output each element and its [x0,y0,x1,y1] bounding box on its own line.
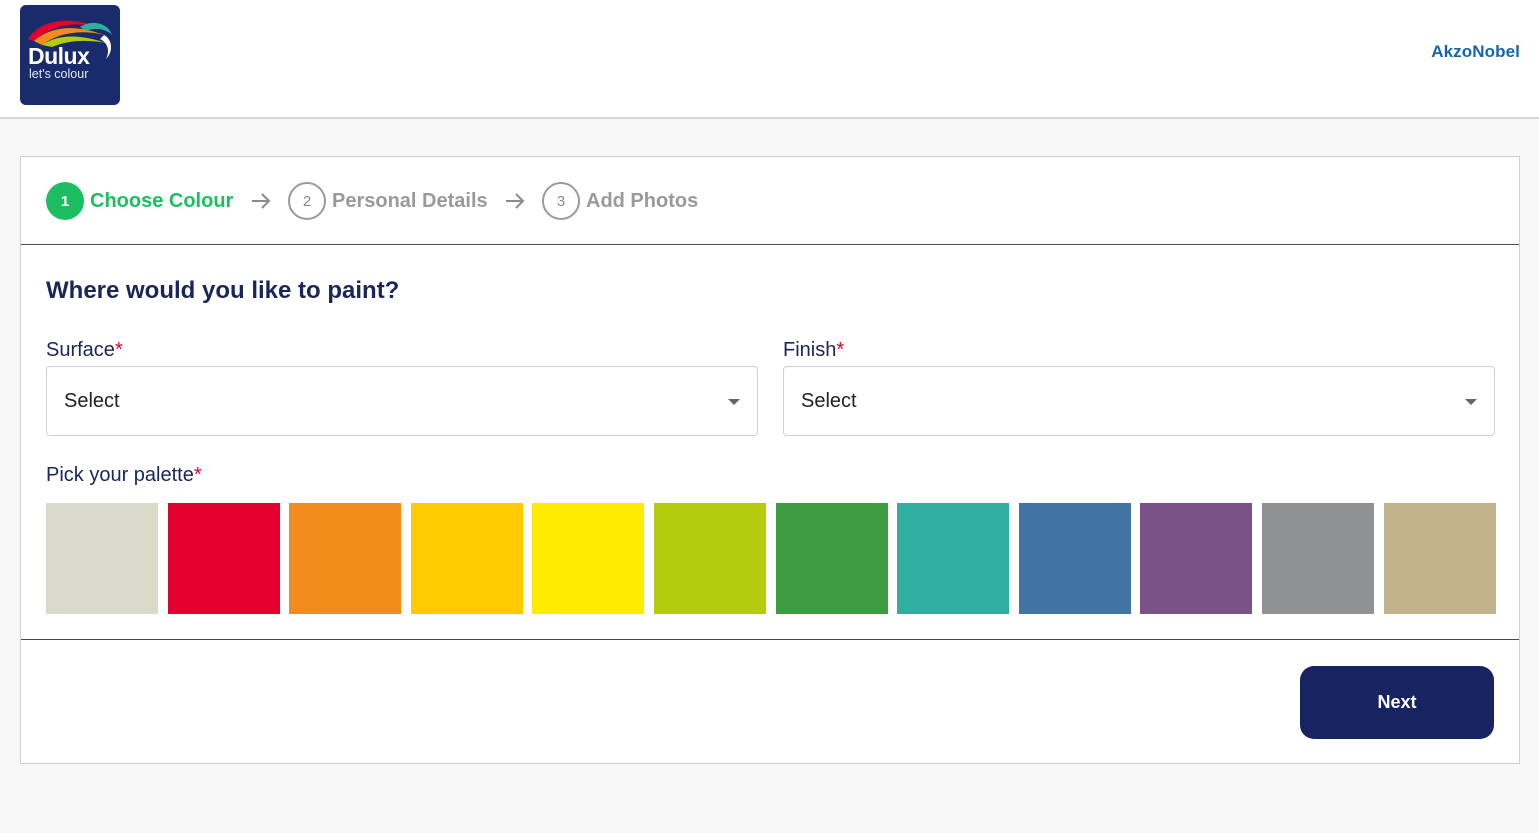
palette-swatches [46,503,1496,615]
palette-swatch[interactable] [532,503,644,614]
required-mark: * [114,339,123,361]
stepper: 1 Choose Colour 2 Personal Details 3 Add… [21,157,1519,245]
logo-wordmark: Dulux [28,43,90,69]
logo-tagline: let's colour [29,67,89,81]
step-choose-colour[interactable]: 1 Choose Colour [46,182,233,220]
arrow-right-icon [506,193,525,209]
step-label: Add Photos [586,189,699,212]
finish-select-value: Select [801,390,857,412]
required-mark: * [193,464,202,486]
dulux-logo[interactable]: Dulux let's colour [20,5,120,105]
caret-down-icon [728,399,740,405]
step-number: 3 [542,182,580,220]
palette-swatch[interactable] [1384,503,1496,614]
surface-select-value: Select [64,390,120,412]
caret-down-icon [1465,399,1477,405]
surface-select[interactable]: Select [46,366,758,436]
step-number: 2 [288,182,326,220]
step-add-photos[interactable]: 3 Add Photos [542,182,698,220]
palette-swatch[interactable] [897,503,1009,614]
palette-swatch[interactable] [654,503,766,614]
palette-label: Pick your palette* [46,464,202,487]
step-label: Choose Colour [90,189,234,212]
required-mark: * [836,339,845,361]
palette-swatch[interactable] [1262,503,1374,614]
finish-label-text: Finish [783,339,837,361]
palette-swatch[interactable] [1019,503,1131,614]
next-button[interactable]: Next [1300,666,1494,739]
step-personal-details[interactable]: 2 Personal Details [288,182,488,220]
form-card: 1 Choose Colour 2 Personal Details 3 Add… [20,156,1520,764]
palette-swatch[interactable] [168,503,280,614]
palette-swatch[interactable] [411,503,523,614]
palette-label-text: Pick your palette [46,464,194,486]
step-number: 1 [46,182,84,220]
finish-label: Finish* [783,339,844,362]
surface-label-text: Surface [46,339,115,361]
step-label: Personal Details [332,189,488,212]
palette-swatch[interactable] [46,503,158,614]
palette-swatch[interactable] [289,503,401,614]
site-header: Dulux let's colour AkzoNobel [0,0,1539,119]
palette-swatch[interactable] [776,503,888,614]
surface-label: Surface* [46,339,123,362]
form-question: Where would you like to paint? [46,277,400,304]
finish-select[interactable]: Select [783,366,1495,436]
akzonobel-logo[interactable]: AkzoNobel [1431,42,1520,62]
palette-swatch[interactable] [1140,503,1252,614]
form-footer: Next [21,639,1519,763]
arrow-right-icon [252,193,271,209]
